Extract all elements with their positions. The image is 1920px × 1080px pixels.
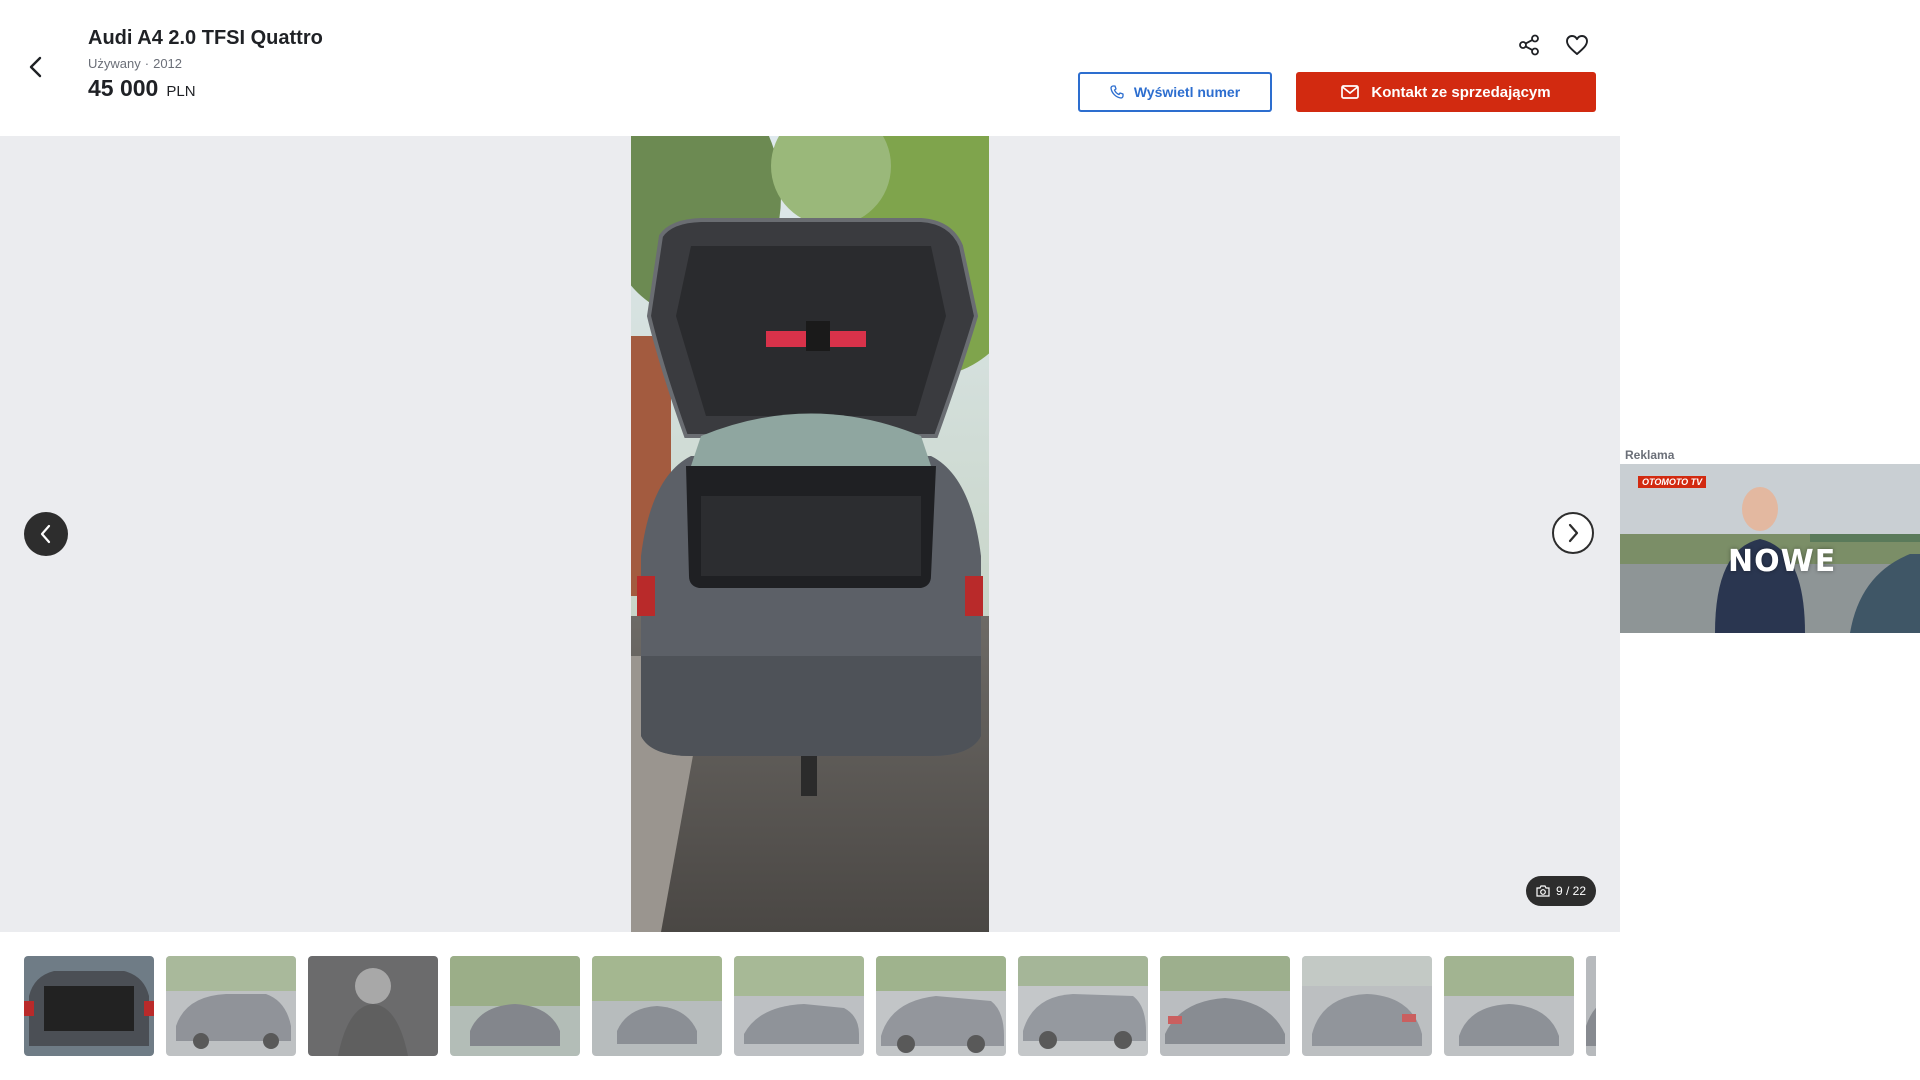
thumbnail-item[interactable] bbox=[450, 956, 580, 1056]
ad-headline: NOWE bbox=[1728, 544, 1837, 579]
thumbnail-image bbox=[734, 956, 864, 1056]
thumbnail-image bbox=[1586, 956, 1596, 1056]
favorite-button[interactable] bbox=[1562, 30, 1592, 60]
show-phone-label: Wyświetl numer bbox=[1133, 84, 1241, 100]
photo-gallery[interactable]: 9 / 22 bbox=[0, 136, 1620, 932]
thumbnail-image bbox=[1444, 956, 1574, 1056]
heart-icon bbox=[1566, 35, 1588, 55]
car-trunk-photo bbox=[631, 136, 989, 932]
listing-title: Audi A4 2.0 TFSI Quattro bbox=[88, 27, 323, 49]
thumbnail-item[interactable] bbox=[734, 956, 864, 1056]
photo-counter: 9 / 22 bbox=[1526, 876, 1596, 906]
thumbnail-strip bbox=[24, 956, 1596, 1056]
meta-separator: · bbox=[144, 56, 150, 71]
contact-seller-button[interactable]: Kontakt ze sprzedającym bbox=[1296, 72, 1596, 112]
price-value: 45 000 bbox=[88, 75, 159, 101]
thumbnail-item[interactable] bbox=[308, 956, 438, 1056]
thumbnail-image bbox=[24, 956, 154, 1056]
share-icon bbox=[1519, 34, 1539, 56]
thumbnail-image bbox=[166, 956, 296, 1056]
thumbnail-item[interactable] bbox=[1302, 956, 1432, 1056]
main-photo[interactable] bbox=[631, 136, 989, 932]
thumbnail-item[interactable] bbox=[592, 956, 722, 1056]
price-row: 45 000 PLN bbox=[88, 75, 323, 102]
ad-brand-logo: OTOMOTO TV bbox=[1638, 476, 1707, 488]
ad-video[interactable]: OTOMOTO TV NOWE bbox=[1620, 464, 1920, 633]
phone-icon bbox=[1110, 85, 1124, 99]
thumbnail-image bbox=[308, 956, 438, 1056]
next-photo-button[interactable] bbox=[1552, 512, 1594, 554]
thumbnail-item[interactable] bbox=[876, 956, 1006, 1056]
show-phone-button[interactable]: Wyświetl numer bbox=[1078, 72, 1272, 112]
thumbnail-item[interactable] bbox=[24, 956, 154, 1056]
thumbnail-image bbox=[876, 956, 1006, 1056]
thumbnail-image bbox=[1018, 956, 1148, 1056]
share-button[interactable] bbox=[1514, 30, 1544, 60]
mail-icon bbox=[1341, 85, 1360, 99]
thumbnail-item[interactable] bbox=[1160, 956, 1290, 1056]
contact-seller-label: Kontakt ze sprzedającym bbox=[1371, 83, 1551, 101]
thumbnail-item[interactable] bbox=[1018, 956, 1148, 1056]
condition-text: Używany bbox=[88, 56, 141, 71]
thumbnail-item[interactable] bbox=[166, 956, 296, 1056]
chevron-left-icon bbox=[29, 56, 42, 78]
thumbnail-item[interactable] bbox=[1586, 956, 1596, 1056]
chevron-right-icon bbox=[1568, 523, 1579, 543]
thumbnail-image bbox=[450, 956, 580, 1056]
listing-meta: Używany · 2012 bbox=[88, 56, 323, 71]
back-button[interactable] bbox=[22, 52, 48, 82]
chevron-left-icon bbox=[40, 524, 51, 544]
price-currency: PLN bbox=[166, 83, 196, 100]
photo-counter-text: 9 / 22 bbox=[1555, 884, 1587, 898]
year-text: 2012 bbox=[153, 56, 183, 71]
ad-label: Reklama bbox=[1625, 448, 1675, 462]
previous-photo-button[interactable] bbox=[24, 512, 68, 556]
camera-icon bbox=[1536, 885, 1550, 897]
thumbnail-image bbox=[1160, 956, 1290, 1056]
thumbnail-item[interactable] bbox=[1444, 956, 1574, 1056]
thumbnail-image bbox=[1302, 956, 1432, 1056]
thumbnail-image bbox=[592, 956, 722, 1056]
listing-header: Audi A4 2.0 TFSI Quattro Używany · 2012 … bbox=[88, 26, 323, 102]
